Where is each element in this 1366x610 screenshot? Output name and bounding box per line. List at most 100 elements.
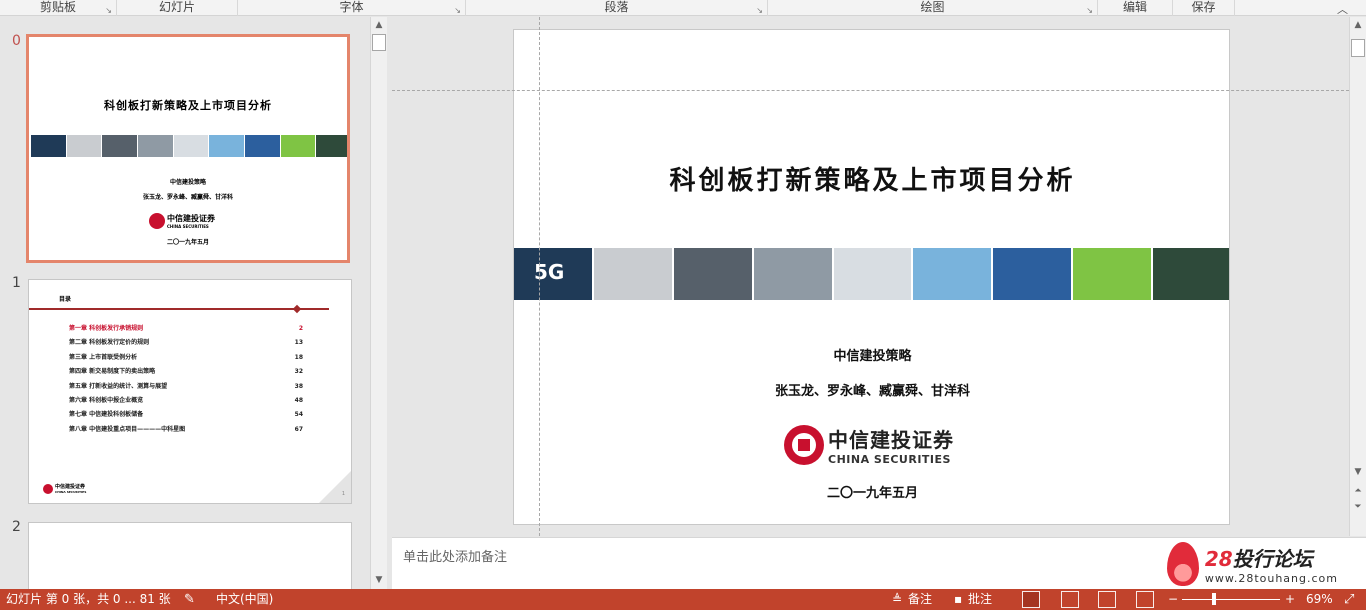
watermark-name: 投行论坛 [1232, 547, 1313, 571]
strip-image [833, 248, 912, 300]
slide-editing-pane: 科创板打新策略及上市项目分析 5G 中信建投策略 张玉龙、罗永峰、臧赢舜、甘洋科… [392, 17, 1349, 536]
normal-view-icon[interactable] [1022, 591, 1040, 608]
strip-image [753, 248, 832, 300]
watermark-number: 28 [1204, 547, 1233, 571]
slide-authors[interactable]: 张玉龙、罗永峰、臧赢舜、甘洋科 [514, 380, 1229, 399]
scroll-up-icon[interactable]: ▲ [371, 17, 387, 33]
ribbon-group-clipboard: 剪贴板 ↘ [0, 0, 117, 16]
ribbon-group-label: 幻灯片 [158, 0, 195, 14]
language-status[interactable]: 中文(中国) [216, 589, 273, 610]
thumbnail-subtitle: 中信建投策略 [169, 179, 206, 186]
toc-list: 第一章 科创板发行承销规则 2 第二章 科创板发行定价的规则 13 第三章 上市首联受例… [69, 322, 303, 437]
slide-subtitle[interactable]: 中信建投策略 [514, 345, 1229, 364]
thumbnail-date: 二〇一九年五月 [166, 239, 209, 246]
fit-to-window-icon[interactable]: ⤢ [1344, 589, 1354, 610]
toc-entry: 第四章 新交易制度下的卖出策略 32 [69, 368, 303, 376]
ribbon-group-label: 剪贴板 [39, 0, 76, 14]
notes-placeholder[interactable]: 单击此处添加备注 [403, 546, 507, 565]
toc-title: 目录 [59, 296, 72, 303]
watermark-logo: 28投行论坛 www.28touhang.com [1166, 538, 1338, 590]
dialog-launcher-icon[interactable]: ↘ [1086, 4, 1093, 18]
dialog-launcher-icon[interactable]: ↘ [756, 4, 763, 18]
current-slide[interactable]: 科创板打新策略及上市项目分析 5G 中信建投策略 张玉龙、罗永峰、臧赢舜、甘洋科… [513, 29, 1230, 525]
chevron-up-icon[interactable]: ︿ [1337, 1, 1348, 17]
reading-view-icon[interactable] [1098, 591, 1116, 608]
watermark-url: www.28touhang.com [1204, 572, 1338, 585]
ribbon-group-label: 字体 [339, 0, 364, 14]
ribbon-group-label: 绘图 [920, 0, 945, 14]
scroll-down-icon[interactable]: ▼ [371, 572, 387, 588]
toc-entry: 第一章 科创板发行承销规则 2 [69, 325, 303, 332]
ribbon-group-bar: 剪贴板 ↘ 幻灯片 字体 ↘ 段落 ↘ 绘图 ↘ 编辑 保存 ︿ [0, 0, 1366, 16]
previous-slide-icon[interactable]: ⏶ [1350, 483, 1366, 499]
vertical-guide[interactable] [539, 17, 540, 536]
strip-image [1073, 248, 1152, 300]
horizontal-guide[interactable] [392, 90, 1349, 91]
flame-icon [1166, 542, 1199, 586]
thumbnail-image-strip [31, 135, 347, 157]
ribbon-group-label: 编辑 [1122, 0, 1147, 14]
logo-english-name: CHINA SECURITIES [828, 453, 951, 466]
thumbnail-number: 2 [12, 519, 21, 535]
dialog-launcher-icon[interactable]: ↘ [454, 4, 461, 18]
zoom-level[interactable]: 69% [1306, 589, 1333, 610]
slide-sorter-view-icon[interactable] [1061, 591, 1079, 608]
comments-icon[interactable]: ▪ [954, 589, 962, 610]
zoom-slider-handle[interactable] [1212, 593, 1216, 605]
scrollbar-thumb[interactable] [1351, 39, 1365, 57]
slide-image-strip[interactable]: 5G [514, 248, 1229, 300]
logo-chinese-name: 中信建投证券 [828, 428, 954, 452]
notes-pane[interactable]: 单击此处添加备注 28投行论坛 www.28touhang.com [392, 537, 1366, 589]
slide-date[interactable]: 二〇一九年五月 [514, 482, 1229, 501]
company-logo[interactable]: 中信建投证券 CHINA SECURITIES [784, 425, 954, 466]
ribbon-group-slides: 幻灯片 [117, 0, 238, 16]
next-slide-icon[interactable]: ⏷ [1350, 499, 1366, 515]
ribbon-group-drawing: 绘图 ↘ [768, 0, 1098, 16]
thumbnail-number: 1 [12, 275, 21, 291]
strip-image: 5G [514, 248, 592, 300]
slide-thumbnail-0[interactable]: 科创板打新策略及上市项目分析 中信建投策略 张玉龙、罗永峰、臧赢舜、甘洋科 中信… [26, 34, 350, 263]
slide-thumbnail-1[interactable]: 目录 第一章 科创板发行承销规则 2 第二章 科创板发行定价的规则 13 第三章 上市首… [28, 279, 352, 504]
slide-title[interactable]: 科创板打新策略及上市项目分析 [514, 160, 1229, 197]
ribbon-group-font: 字体 ↘ [238, 0, 466, 16]
status-bar: 幻灯片 第 0 张，共 0 ... 81 张 ✎ 中文(中国) ≜ 备注 ▪ 批… [0, 589, 1366, 610]
scroll-down-icon[interactable]: ▼ [1350, 464, 1366, 480]
ribbon-group-save: 保存 [1173, 0, 1235, 16]
ribbon-group-label: 段落 [604, 0, 629, 14]
ribbon-group-label: 保存 [1191, 0, 1216, 14]
strip-image [993, 248, 1072, 300]
spelling-check-icon[interactable]: ✎ [184, 589, 195, 610]
toc-entry: 第三章 上市首联受例分析 18 [69, 353, 303, 361]
slide-thumbnail-pane: 0 科创板打新策略及上市项目分析 中信建投策略 张玉龙、罗永峰、臧赢舜、甘洋科 … [0, 17, 388, 602]
ribbon-group-editing: 编辑 [1098, 0, 1173, 16]
slide-count-status: 幻灯片 第 0 张，共 0 ... 81 张 [6, 592, 171, 606]
ribbon-group-paragraph: 段落 ↘ [466, 0, 768, 16]
thumbnail-logo: 中信建投证券 CHINA SECURITIES [149, 213, 215, 229]
scrollbar-thumb[interactable] [372, 34, 386, 51]
zoom-slider-track[interactable] [1182, 599, 1280, 600]
strip-image-label: 5G [534, 260, 565, 284]
slideshow-view-icon[interactable] [1136, 591, 1154, 608]
thumbnail-scrollbar[interactable]: ▲ ▼ [370, 17, 387, 589]
toc-entry: 第二章 科创板发行定价的规则 13 [69, 339, 303, 347]
strip-image [673, 248, 752, 300]
thumbnail-number: 0 [12, 33, 21, 49]
toc-divider [29, 308, 329, 310]
toc-entry: 第八章 中信建投重点项目————中科星图 67 [69, 425, 303, 433]
strip-image [593, 248, 672, 300]
citic-logo-icon [784, 425, 824, 465]
zoom-out-button[interactable]: − [1168, 589, 1178, 610]
comments-toggle-button[interactable]: 批注 [968, 589, 992, 610]
strip-image [1153, 248, 1229, 300]
strip-image [913, 248, 992, 300]
page-corner [319, 471, 351, 503]
main-scrollbar[interactable]: ▲ ▼ ⏶ ⏷ [1349, 17, 1366, 536]
toc-entry: 第六章 科创板中报企业概览 48 [69, 396, 303, 404]
scroll-up-icon[interactable]: ▲ [1350, 17, 1366, 33]
zoom-in-button[interactable]: + [1285, 589, 1295, 610]
thumbnail-title: 科创板打新策略及上市项目分析 [104, 99, 272, 112]
notes-toggle-button[interactable]: 备注 [908, 589, 932, 610]
notes-toggle-icon[interactable]: ≜ [892, 589, 902, 610]
dialog-launcher-icon[interactable]: ↘ [105, 4, 112, 18]
toc-entry: 第五章 打新收益的统计、测算与展望 38 [69, 382, 303, 390]
